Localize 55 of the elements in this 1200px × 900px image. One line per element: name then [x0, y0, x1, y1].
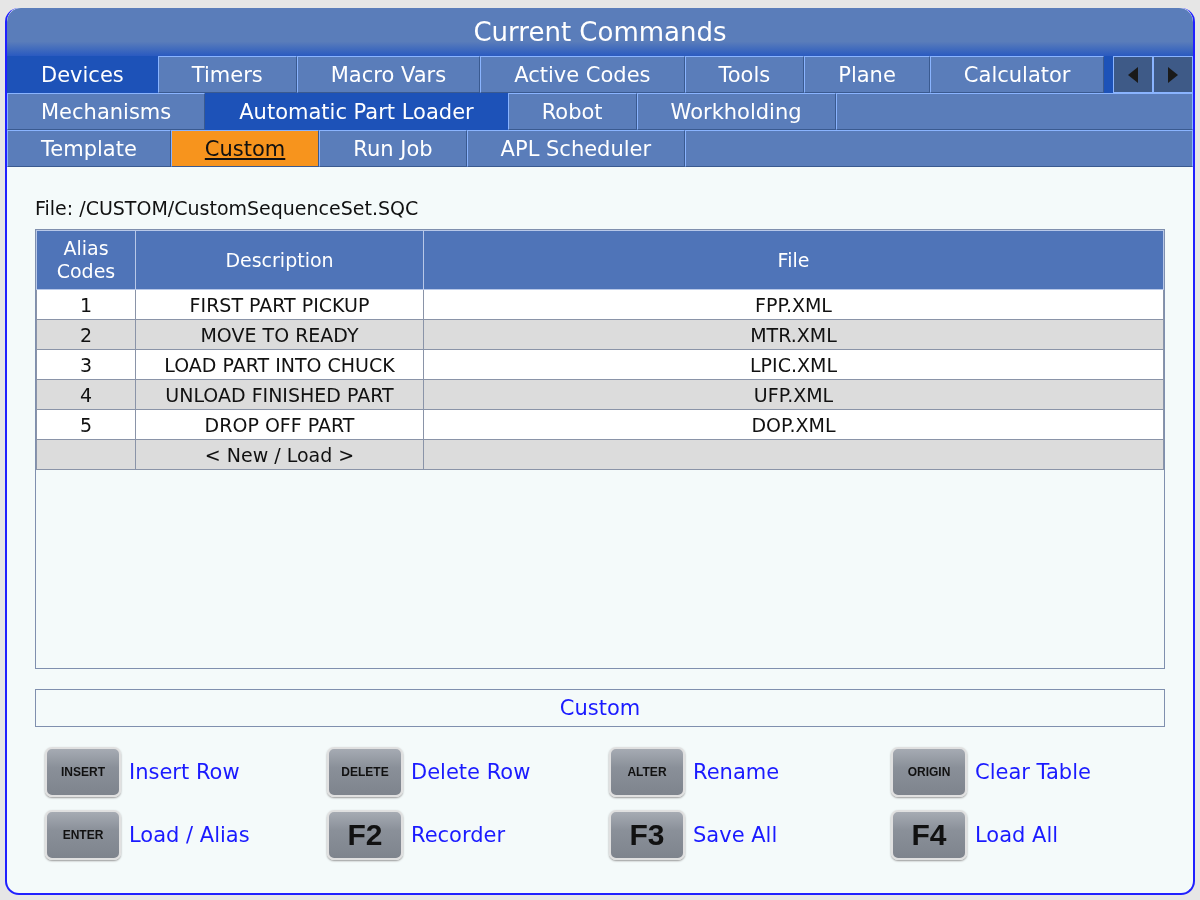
tab[interactable]: Custom [170, 130, 320, 167]
window-title: Current Commands [7, 8, 1193, 56]
key-button[interactable]: INSERT [45, 747, 121, 797]
tab[interactable]: Active Codes [480, 56, 685, 93]
key-button[interactable]: ORIGIN [891, 747, 967, 797]
column-header: File [423, 230, 1164, 290]
column-header: Description [135, 230, 424, 290]
tab[interactable]: Robot [507, 93, 637, 130]
tab[interactable]: Macro Vars [296, 56, 481, 93]
table-cell: FPP.XML [423, 289, 1164, 320]
table-cell: MOVE TO READY [135, 319, 424, 350]
tab[interactable]: Tools [684, 56, 805, 93]
table-cell: DOP.XML [423, 409, 1164, 440]
scroll-right-button[interactable] [1153, 56, 1193, 93]
file-path: File: /CUSTOM/CustomSequenceSet.SQC [35, 197, 419, 219]
table-cell: 4 [36, 379, 136, 410]
action-label: Delete Row [411, 760, 531, 784]
action-label: Load / Alias [129, 823, 250, 847]
tab[interactable]: Plane [804, 56, 930, 93]
table-cell: 5 [36, 409, 136, 440]
tab[interactable]: Workholding [636, 93, 836, 130]
table-cell: MTR.XML [423, 319, 1164, 350]
action-label: Clear Table [975, 760, 1091, 784]
action-label: Save All [693, 823, 778, 847]
table-cell: 3 [36, 349, 136, 380]
action-label: Rename [693, 760, 780, 784]
table-cell: LOAD PART INTO CHUCK [135, 349, 424, 380]
action-label: Recorder [411, 823, 506, 847]
key-button[interactable]: DELETE [327, 747, 403, 797]
triangle-right-icon [1168, 66, 1178, 83]
tab[interactable]: Mechanisms [7, 93, 206, 130]
action-label: Insert Row [129, 760, 240, 784]
key-button[interactable]: ENTER [45, 810, 121, 860]
table-cell: UNLOAD FINISHED PART [135, 379, 424, 410]
mode-label: Custom [35, 689, 1165, 727]
table-cell: LPIC.XML [423, 349, 1164, 380]
table-cell: FIRST PART PICKUP [135, 289, 424, 320]
tab[interactable]: Run Job [319, 130, 467, 167]
action-label: Load All [975, 823, 1059, 847]
key-button[interactable]: ALTER [609, 747, 685, 797]
tab[interactable]: APL Scheduler [466, 130, 686, 167]
column-header: Alias Codes [36, 230, 136, 290]
scroll-left-button[interactable] [1113, 56, 1153, 93]
key-button[interactable]: F4 [891, 810, 967, 860]
key-button[interactable]: F2 [327, 810, 403, 860]
table-cell: 1 [36, 289, 136, 320]
key-button[interactable]: F3 [609, 810, 685, 860]
tab[interactable]: Calculator [929, 56, 1105, 93]
table-cell: 2 [36, 319, 136, 350]
tab[interactable]: Timers [157, 56, 297, 93]
table-cell: UFP.XML [423, 379, 1164, 410]
table-cell: < New / Load > [135, 439, 424, 470]
table-cell: DROP OFF PART [135, 409, 424, 440]
tab[interactable]: Template [7, 130, 171, 167]
triangle-left-icon [1128, 66, 1138, 83]
